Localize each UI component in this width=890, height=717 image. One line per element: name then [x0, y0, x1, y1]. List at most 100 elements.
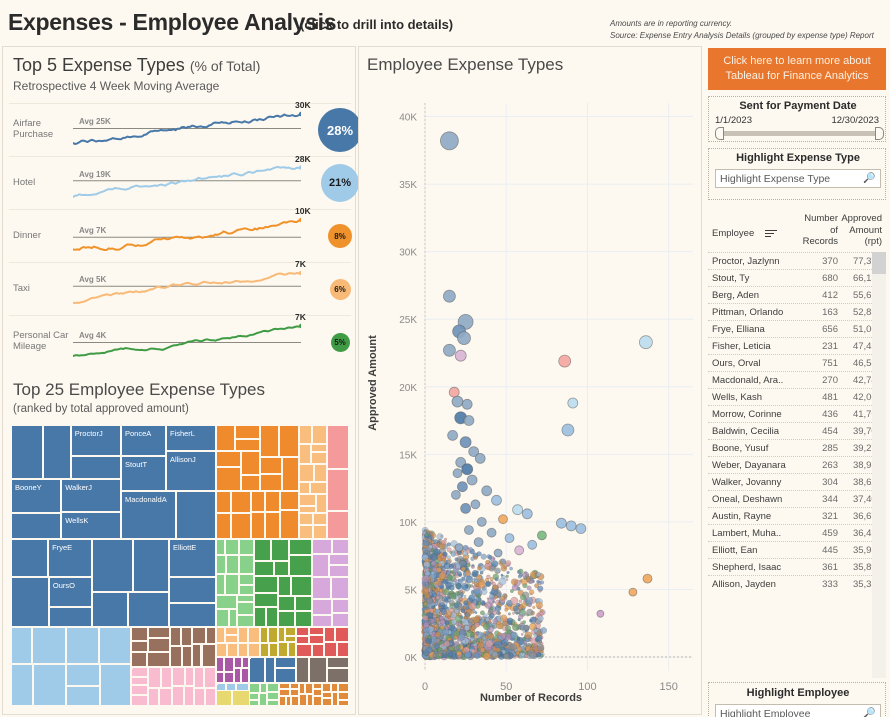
treemap-cell[interactable] [337, 699, 349, 706]
treemap-cell[interactable] [238, 574, 254, 585]
column-header-employee[interactable]: Employee [712, 228, 754, 239]
treemap-cell[interactable] [291, 695, 300, 706]
treemap-cell[interactable] [192, 627, 207, 645]
table-row[interactable]: Fisher, Leticia 231 47,456 [708, 337, 882, 354]
table-row[interactable]: Oneal, Deshawn 344 37,409 [708, 490, 882, 507]
scatter-point[interactable] [481, 485, 493, 497]
treemap-cell[interactable] [11, 576, 49, 627]
treemap-cell[interactable] [228, 609, 237, 627]
scatter-point[interactable] [642, 573, 653, 584]
treemap-cell[interactable] [328, 564, 349, 578]
treemap-cell[interactable] [299, 524, 314, 539]
treemap-cell[interactable] [216, 425, 235, 451]
table-row[interactable]: Austin, Rayne 321 36,674 [708, 507, 882, 524]
treemap-cell[interactable]: FryeE [48, 539, 93, 577]
tableau-finance-cta-button[interactable]: Click here to learn more about Tableau f… [708, 48, 886, 90]
treemap-cell[interactable]: ProctorJ [70, 425, 121, 456]
scatter-point[interactable] [498, 514, 508, 525]
treemap-cell[interactable] [308, 627, 324, 636]
treemap-cell[interactable] [236, 614, 254, 627]
scatter-point[interactable] [451, 395, 464, 408]
treemap-cell[interactable] [313, 464, 327, 482]
treemap-cell[interactable] [288, 539, 312, 556]
treemap-cell[interactable] [265, 607, 278, 627]
treemap-cell[interactable] [224, 634, 238, 644]
treemap-cell[interactable] [323, 627, 336, 642]
treemap-cell[interactable] [322, 683, 331, 693]
treemap-cell[interactable] [260, 473, 282, 491]
treemap-cell[interactable] [279, 425, 299, 457]
treemap-cell[interactable] [313, 525, 327, 539]
treemap-cell[interactable] [216, 643, 227, 657]
treemap-cell[interactable] [328, 554, 349, 565]
table-row[interactable]: Baldwin, Cecilia 454 39,703 [708, 422, 882, 439]
column-header-number-of-records[interactable]: Number of Records [792, 213, 838, 248]
sparkline-row[interactable]: Airfare Purchase Avg 25K 30K 28% [9, 100, 362, 156]
treemap-cell[interactable] [11, 425, 43, 479]
treemap-cell[interactable] [259, 693, 268, 706]
scatter-point[interactable] [454, 349, 467, 362]
expense-type-percent-bubble[interactable]: 5% [330, 332, 350, 352]
treemap-cell[interactable] [216, 609, 229, 627]
treemap-cell[interactable] [216, 554, 226, 575]
treemap-cell[interactable] [230, 490, 251, 513]
treemap-cell[interactable] [239, 539, 254, 555]
treemap-cell[interactable] [260, 643, 269, 657]
treemap-cell[interactable] [172, 685, 184, 706]
treemap-cell[interactable] [92, 591, 128, 627]
scatter-point[interactable] [452, 468, 463, 479]
scatter-point[interactable] [521, 508, 533, 520]
treemap-cell[interactable] [275, 657, 296, 668]
treemap-cell[interactable] [285, 627, 296, 636]
treemap-cell[interactable]: WellsK [61, 511, 121, 539]
treemap-cell[interactable] [254, 575, 278, 594]
treemap-cell[interactable] [216, 683, 218, 685]
treemap-cell[interactable] [250, 490, 265, 513]
scatter-point[interactable] [464, 525, 474, 535]
table-row[interactable]: Wells, Kash 481 42,065 [708, 388, 882, 405]
treemap-cell[interactable] [279, 490, 299, 511]
treemap-cell[interactable] [242, 657, 249, 669]
scatter-point[interactable] [567, 397, 579, 409]
treemap-cell[interactable] [133, 539, 169, 592]
treemap-cell[interactable] [315, 493, 327, 513]
treemap-cell[interactable] [312, 695, 323, 706]
treemap-cell[interactable] [295, 596, 312, 612]
employee-table-scrollbar-thumb[interactable] [872, 252, 886, 274]
treemap-cell[interactable] [181, 627, 193, 646]
treemap-cell[interactable] [234, 439, 261, 451]
treemap-cell[interactable] [238, 584, 254, 595]
treemap-cell[interactable] [194, 667, 205, 689]
treemap-cell[interactable] [11, 663, 34, 706]
treemap-cell[interactable] [147, 651, 171, 667]
treemap-cell[interactable] [254, 607, 266, 627]
treemap-cell[interactable] [337, 641, 349, 657]
treemap-cell[interactable] [327, 425, 349, 469]
table-row[interactable]: Pittman, Orlando 163 52,831 [708, 303, 882, 320]
treemap-cell[interactable] [275, 667, 296, 683]
treemap-cell[interactable] [11, 627, 32, 664]
treemap-cell[interactable] [299, 505, 316, 513]
treemap-cell[interactable] [308, 635, 324, 644]
treemap-cell[interactable] [254, 593, 278, 607]
treemap-cell[interactable] [249, 657, 251, 659]
scatter-point[interactable] [463, 415, 475, 426]
treemap-cell[interactable] [295, 611, 312, 627]
treemap-cell[interactable] [216, 627, 225, 644]
treemap-cell[interactable] [160, 667, 173, 688]
treemap-cell[interactable] [273, 561, 289, 576]
treemap-cell[interactable] [337, 683, 349, 693]
treemap-cell[interactable] [192, 644, 202, 667]
treemap-cell[interactable] [268, 627, 279, 644]
treemap-cell[interactable] [216, 672, 225, 683]
treemap-cell[interactable] [330, 683, 338, 693]
scatter-point[interactable] [575, 523, 587, 535]
treemap-cell[interactable] [170, 627, 182, 646]
treemap-cell[interactable] [131, 685, 149, 695]
treemap-cell[interactable] [32, 627, 66, 664]
treemap-cell[interactable] [260, 456, 282, 474]
scatter-point[interactable] [454, 543, 464, 553]
treemap-cell[interactable] [249, 699, 260, 706]
scatter-point[interactable] [443, 343, 456, 357]
scatter-point[interactable] [504, 533, 515, 544]
